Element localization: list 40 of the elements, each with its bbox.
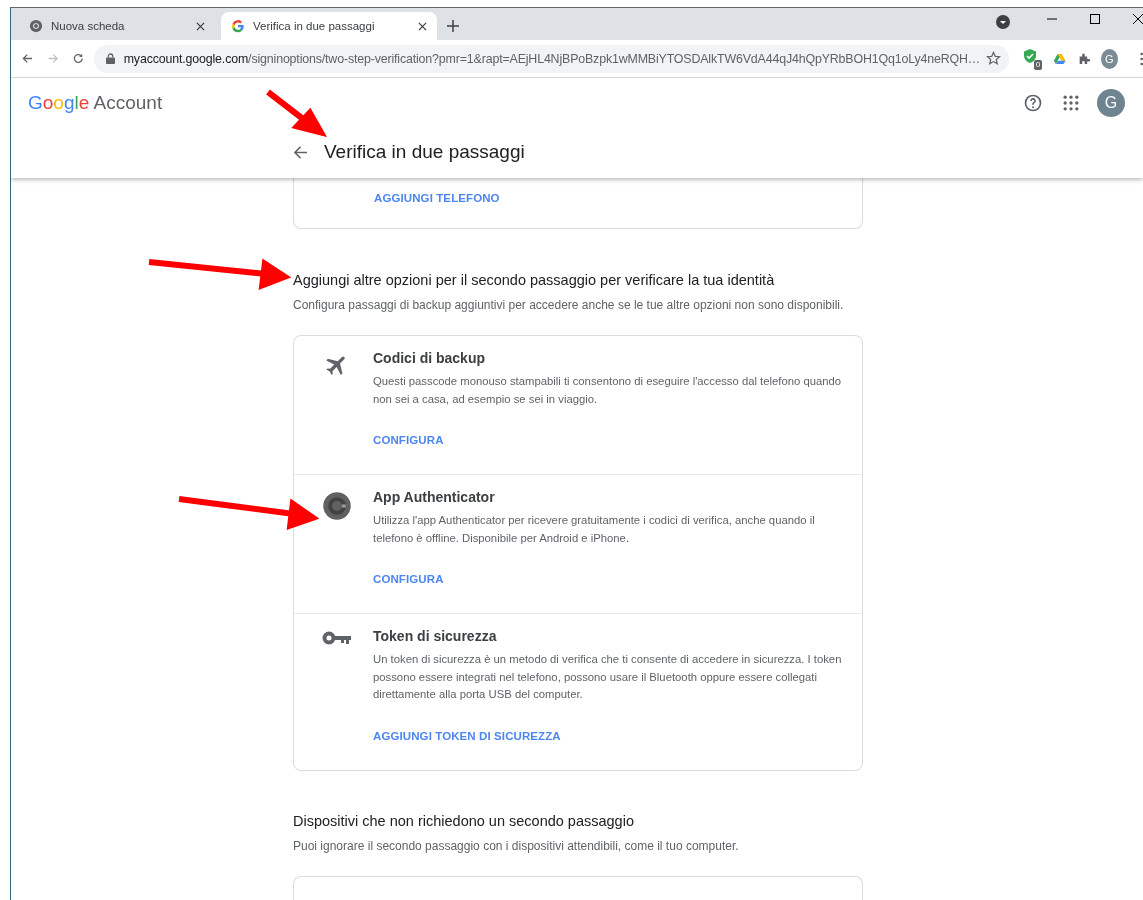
profile-avatar[interactable]: G: [1100, 48, 1118, 69]
add-phone-link[interactable]: AGGIUNGI TELEFONO: [374, 192, 500, 204]
close-tab-icon[interactable]: [196, 21, 205, 31]
option-title: App Authenticator: [373, 489, 496, 505]
bookmark-star-icon[interactable]: [986, 51, 1002, 66]
page-title: Verifica in due passaggi: [324, 141, 525, 163]
option-description: Un token di sicurezza è un metodo di verifica che ti consente di accedere in sicurezza. I token possono essere integrati nel telefono, possono usare il Bluetooth oppure essere collegati direttamente alla porta USB del computer.: [373, 652, 842, 702]
maximize-icon[interactable]: [1090, 14, 1100, 24]
tab-search-icon[interactable]: [996, 15, 1010, 29]
chrome-icon: [29, 19, 43, 33]
lock-icon: [105, 53, 115, 64]
google-icon: [231, 19, 245, 33]
option-title: Token di sicurezza: [373, 628, 498, 644]
back-icon[interactable]: [21, 51, 34, 66]
option-link[interactable]: CONFIGURA: [373, 573, 444, 585]
reload-icon[interactable]: [72, 51, 85, 66]
authenticator-icon: [321, 491, 352, 521]
new-tab-icon[interactable]: [447, 20, 459, 32]
option-link[interactable]: CONFIGURA: [373, 434, 444, 446]
option-description: Questi passcode monouso stampabili ti consentono di eseguire l'accesso dal telefono quando non sei a casa, ad esempio se sei in viaggio.: [373, 374, 842, 407]
close-icon[interactable]: [1133, 14, 1143, 24]
back-arrow-icon[interactable]: [293, 144, 308, 160]
browser-tab[interactable]: Nuova scheda: [19, 12, 215, 40]
section-heading: Dispositivi che non richiedono un secondo passaggio: [293, 812, 635, 829]
menu-icon[interactable]: [1139, 51, 1143, 66]
help-icon[interactable]: [1023, 93, 1043, 113]
section-description: Configura passaggi di backup aggiuntivi per accedere anche se le tue altre opzioni non sono disponibili.: [293, 297, 845, 314]
account-avatar[interactable]: G: [1097, 89, 1125, 117]
option-title: Codici di backup: [373, 350, 486, 366]
google-account-logo[interactable]: Google Account: [28, 92, 163, 114]
browser-tab[interactable]: Verifica in due passaggi: [221, 12, 437, 40]
annotation-arrow: [266, 89, 328, 138]
option-description: Utilizza l'app Authenticator per ricevere gratuitamente i codici di verifica, anche quando il telefono è offline. Disponibile per Android e iPhone.: [373, 513, 816, 546]
key-icon: [321, 630, 352, 646]
section-heading: Aggiungi altre opzioni per il secondo passaggio per verificare la tua identità: [293, 272, 776, 288]
apps-grid-icon[interactable]: [1061, 93, 1081, 113]
address-bar[interactable]: myaccount.google.com/signinoptions/two-step-verification?pmr=1&rapt=AEjHL4NjBPoBzpk1wMMBiYTOSDAlkTW6VdA44qJ4hQpYRbBOH1Qq1oLy4neRQH…: [93, 44, 1010, 73]
close-tab-icon[interactable]: [418, 21, 427, 31]
option-link[interactable]: AGGIUNGI TOKEN DI SICUREZZA: [373, 729, 561, 742]
section-description: Puoi ignorare il secondo passaggio con i dispositivi attendibili, come il tuo computer.: [293, 837, 740, 855]
